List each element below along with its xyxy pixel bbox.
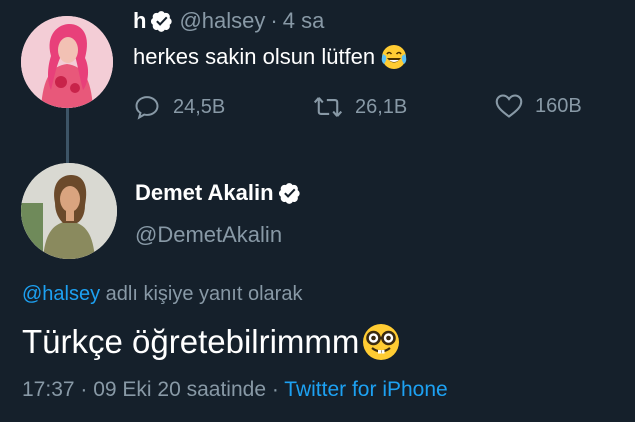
tweet2-timestamp[interactable]: 17:37 · 09 Eki 20 saatinde ·	[22, 378, 284, 401]
tweet1-text-row: herkes sakin olsun lütfen	[133, 44, 407, 70]
tweet2-source-link[interactable]: Twitter for iPhone	[284, 378, 447, 401]
tweet1-text: herkes sakin olsun lütfen	[133, 44, 376, 69]
retweet-count: 26,1B	[355, 95, 408, 118]
halsey-avatar[interactable]	[21, 16, 113, 108]
reply-mention-link[interactable]: @halsey	[22, 283, 100, 305]
tweet1-header: h @halsey · 4 sa	[133, 8, 324, 34]
tweet1-time[interactable]: 4 sa	[283, 8, 325, 34]
tweet1-separator: ·	[270, 8, 278, 33]
reply-action[interactable]: 24,5B	[133, 93, 225, 121]
reply-count: 24,5B	[173, 95, 226, 118]
tweet2-text-row: Türkçe öğretebilrimmm	[22, 322, 401, 362]
tweet2-author-row: Demet Akalin	[135, 180, 301, 206]
demet-avatar[interactable]	[21, 163, 117, 259]
tweet2-text: Türkçe öğretebilrimmm	[22, 323, 360, 360]
reply-context-text: adlı kişiye yanıt olarak	[100, 283, 303, 305]
tweet1-handle[interactable]: @halsey	[179, 8, 265, 34]
tweet2-author-name[interactable]: Demet Akalin	[135, 180, 274, 206]
reply-context: @halsey adlı kişiye yanıt olarak	[22, 283, 302, 306]
like-count: 160B	[535, 94, 582, 117]
tweet2-meta: 17:37 · 09 Eki 20 saatinde · Twitter for…	[22, 378, 448, 402]
verified-badge-icon	[278, 183, 300, 204]
reply-icon	[135, 96, 159, 120]
tears-of-joy-emoji-icon	[381, 45, 407, 69]
retweet-action[interactable]: 26,1B	[313, 93, 407, 121]
like-action[interactable]: 160B	[495, 93, 582, 119]
tweet2-handle[interactable]: @DemetAkalin	[135, 222, 282, 248]
tweet1-author-name[interactable]: h	[133, 8, 146, 34]
nerd-face-emoji-icon	[363, 324, 400, 360]
retweet-icon	[313, 97, 343, 117]
heart-icon	[495, 94, 523, 118]
verified-badge-icon	[151, 11, 173, 32]
thread-line	[66, 106, 69, 164]
